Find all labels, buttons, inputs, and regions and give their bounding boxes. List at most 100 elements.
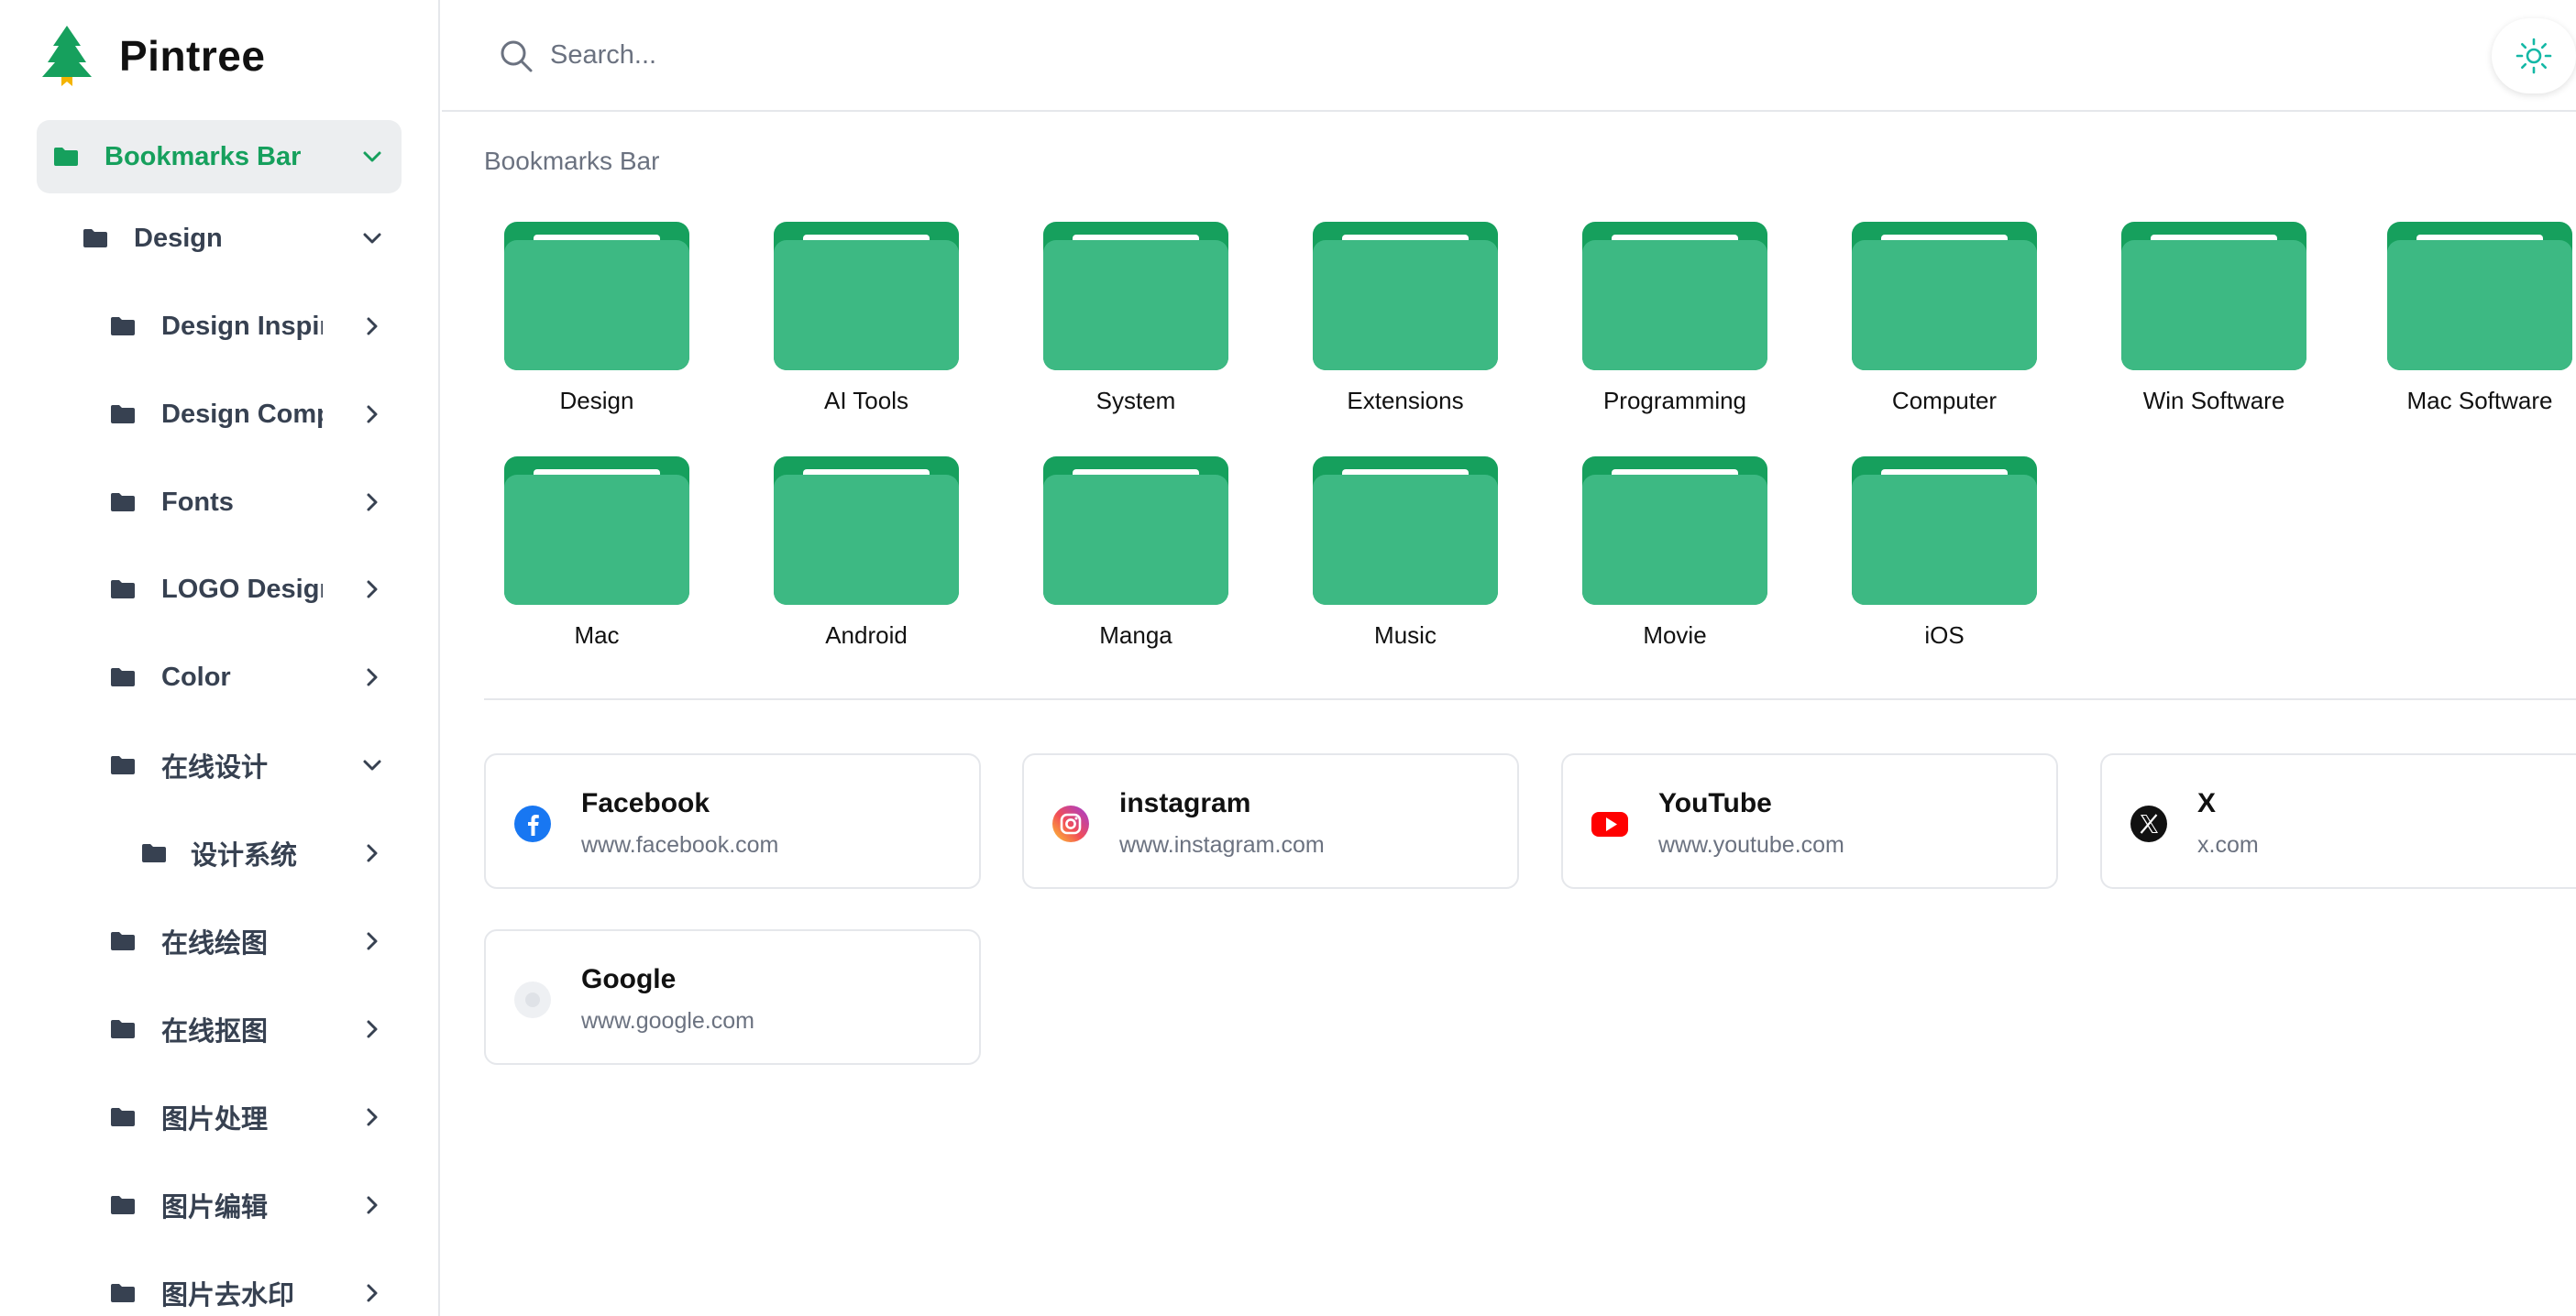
sidebar-item-label: 设计系统 [191, 841, 298, 871]
sidebar-item-design-system[interactable]: 设计系统 [37, 817, 402, 890]
sidebar-item-design[interactable]: Design [37, 202, 402, 275]
folder-icon [111, 668, 135, 686]
bookmark-title: X [2197, 788, 2217, 818]
folder-tile[interactable]: Design [501, 222, 693, 433]
folder-tile[interactable]: Mac [501, 456, 693, 667]
bookmark-url: www.google.com [581, 1008, 754, 1034]
folder-tile[interactable]: Extensions [1309, 222, 1502, 433]
folder-tile[interactable]: iOS [1848, 456, 2041, 667]
sidebar-item-bookmarks-bar[interactable]: Bookmarks Bar [37, 120, 402, 193]
pine-tree-icon [42, 26, 92, 86]
instagram-icon [1052, 806, 1089, 842]
folder-icon [111, 405, 135, 423]
chevron-right-icon[interactable] [359, 1016, 385, 1042]
sidebar-item-label: Design Comp [161, 399, 323, 429]
theme-toggle-button[interactable] [2492, 18, 2576, 93]
folder-icon [111, 932, 135, 950]
folder-tile[interactable]: Movie [1579, 456, 1771, 667]
folder-icon [111, 756, 135, 774]
bookmark-title: Google [581, 964, 677, 994]
bookmark-url: www.instagram.com [1119, 832, 1325, 858]
folder-tile[interactable]: Android [770, 456, 963, 667]
sidebar-item-online-design[interactable]: 在线设计 [37, 729, 402, 802]
folder-icon [504, 456, 689, 605]
brand-logo[interactable]: Pintree [40, 24, 265, 88]
sidebar-item-label: Fonts [161, 487, 234, 517]
folder-icon [774, 222, 959, 370]
bookmark-url: www.youtube.com [1658, 832, 1844, 858]
sidebar-item-design-inspiration[interactable]: Design Inspir [37, 290, 402, 363]
folder-icon [111, 580, 135, 598]
sidebar-item-label: 图片处理 [161, 1105, 269, 1135]
sidebar-item-image-processing[interactable]: 图片处理 [37, 1080, 402, 1154]
folder-name: Android [825, 621, 908, 649]
sidebar-item-online-drawing[interactable]: 在线绘图 [37, 905, 402, 978]
bookmark-title: Facebook [581, 788, 710, 818]
folder-tile[interactable]: AI Tools [770, 222, 963, 433]
chevron-down-icon[interactable] [359, 144, 385, 170]
sidebar-item-color[interactable]: Color [37, 641, 402, 714]
folder-tile[interactable]: System [1040, 222, 1232, 433]
folder-icon [1043, 456, 1228, 605]
folder-icon [1043, 222, 1228, 370]
folder-icon [1582, 222, 1767, 370]
chevron-right-icon[interactable] [359, 840, 385, 866]
search-input[interactable] [550, 27, 1650, 82]
chevron-down-icon[interactable] [359, 752, 385, 778]
sidebar: Pintree Bookmarks Bar Design Design Insp… [0, 0, 440, 1316]
facebook-icon [514, 806, 551, 842]
bookmark-card[interactable]: Google www.google.com [484, 929, 981, 1065]
sidebar-item-logo-design[interactable]: LOGO Design [37, 553, 402, 626]
sidebar-item-watermark-removal[interactable]: 图片去水印 [37, 1256, 402, 1316]
section-divider [484, 698, 2576, 700]
brand-name: Pintree [119, 32, 266, 80]
chevron-right-icon[interactable] [359, 1192, 385, 1218]
sidebar-item-label: LOGO Design [161, 574, 323, 604]
folder-tile[interactable]: Computer [1848, 222, 2041, 433]
chevron-right-icon[interactable] [359, 664, 385, 690]
folder-icon [1852, 222, 2037, 370]
sidebar-item-image-editing[interactable]: 图片编辑 [37, 1168, 402, 1242]
sidebar-item-label: 图片去水印 [161, 1281, 295, 1311]
folder-name: Programming [1602, 387, 1747, 414]
sidebar-item-label: 在线绘图 [161, 929, 269, 959]
chevron-right-icon[interactable] [359, 313, 385, 339]
bookmark-card[interactable]: YouTube www.youtube.com [1561, 753, 2058, 889]
chevron-right-icon[interactable] [359, 489, 385, 515]
bookmark-title: YouTube [1658, 788, 1772, 818]
folder-icon [1313, 222, 1498, 370]
folder-icon [1313, 456, 1498, 605]
sidebar-item-design-components[interactable]: Design Comp [37, 378, 402, 451]
sidebar-item-fonts[interactable]: Fonts [37, 466, 402, 539]
folder-name: Win Software [2142, 387, 2285, 414]
folder-tile[interactable]: Programming [1579, 222, 1771, 433]
bookmark-card[interactable]: instagram www.instagram.com [1022, 753, 1519, 889]
chevron-right-icon[interactable] [359, 576, 385, 602]
folder-icon [1852, 456, 2037, 605]
folder-icon [504, 222, 689, 370]
chevron-right-icon[interactable] [359, 1104, 385, 1130]
google-icon [514, 982, 551, 1018]
sidebar-item-label: 在线设计 [161, 753, 269, 783]
folder-name: Extensions [1347, 387, 1464, 414]
folder-tile[interactable]: Music [1309, 456, 1502, 667]
chevron-right-icon[interactable] [359, 1280, 385, 1306]
folder-tile[interactable]: Mac Software [2383, 222, 2576, 433]
folder-tile[interactable]: Win Software [2118, 222, 2310, 433]
sidebar-item-label: Design Inspir [161, 311, 323, 341]
sidebar-item-online-cutout[interactable]: 在线抠图 [37, 992, 402, 1066]
bookmark-card[interactable]: Facebook www.facebook.com [484, 753, 981, 889]
chevron-right-icon[interactable] [359, 401, 385, 427]
bookmark-card[interactable]: X x.com [2100, 753, 2576, 889]
sidebar-item-label: Color [161, 662, 231, 692]
chevron-down-icon[interactable] [359, 225, 385, 251]
folder-icon [2387, 222, 2572, 370]
folder-icon [2121, 222, 2306, 370]
chevron-right-icon[interactable] [359, 928, 385, 954]
folder-name: Movie [1643, 621, 1707, 649]
folder-tile[interactable]: Manga [1040, 456, 1232, 667]
bookmark-title: instagram [1119, 788, 1251, 818]
folder-name: Computer [1891, 387, 1998, 414]
folder-icon [111, 1196, 135, 1214]
folder-name: Mac [574, 621, 620, 649]
